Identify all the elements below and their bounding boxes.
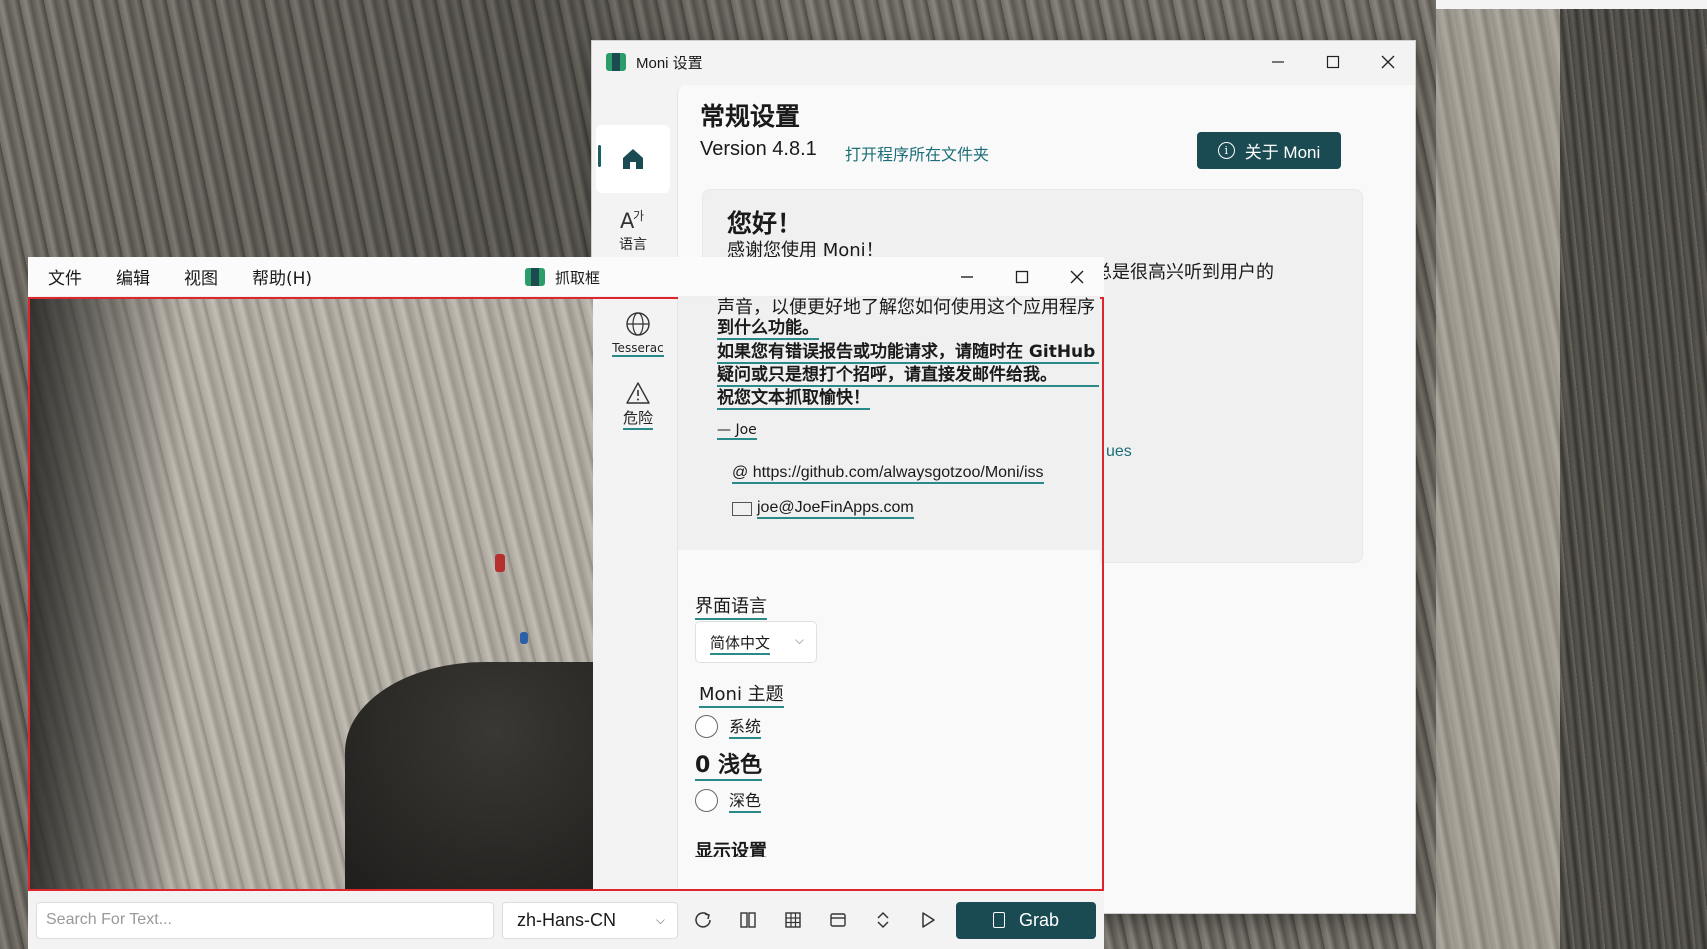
table-button[interactable] [770,902,815,939]
nav-item-language[interactable]: A 가 语言 [596,197,670,263]
email-link[interactable]: joe@JoeFinApps.com [732,499,914,519]
ui-language-value: 简体中文 [710,632,771,655]
github-link-tail[interactable]: ues [1106,443,1132,461]
window-icon [829,913,846,927]
captured-rock-image [30,299,593,889]
chevron-down-icon: ⌵ [794,633,804,647]
menu-help[interactable]: 帮助(H) [252,264,312,289]
nav-label-tesseract: Tesserac [612,341,664,357]
grab-frame-window: 文件 编辑 视图 帮助(H) 抓取框 Tesserac 危险 声音，以便更好地了… [28,257,1132,949]
open-folder-link[interactable]: 打开程序所在文件夹 [845,141,989,165]
nav-item-tesseract[interactable]: Tesserac [601,311,675,357]
window-button[interactable] [815,902,860,939]
moni-logo-icon [525,268,545,286]
search-input[interactable] [36,901,494,939]
grab-minimize-button[interactable] [939,257,994,297]
svg-text:가: 가 [633,209,644,223]
columns-button[interactable] [725,902,770,939]
ocr-language-select[interactable]: zh-Hans-CN ⌵ [502,901,678,939]
email-text: joe@JoeFinApps.com [757,499,914,519]
menu-view[interactable]: 视图 [184,264,218,289]
columns-icon [739,912,756,928]
version-text: Version 4.8.1 [700,138,817,160]
close-button[interactable] [1360,41,1415,83]
refresh-button[interactable] [680,902,725,939]
play-icon [921,912,935,928]
rock-boulder [345,662,593,889]
close-icon [1381,55,1394,69]
up-down-icon [876,911,889,929]
minimize-button[interactable] [1250,41,1305,83]
active-indicator [598,145,601,167]
about-button[interactable]: i 关于 Moni [1197,132,1341,169]
maximize-icon [1326,55,1339,69]
radio-dark[interactable] [695,788,718,812]
home-icon [623,149,643,169]
climber-red [495,554,505,572]
theme-option-system[interactable]: 系统 [695,713,762,739]
rock-shadow-left [30,299,180,889]
maximize-icon [1015,270,1028,284]
theme-dark-label: 深色 [729,787,762,813]
menu-edit[interactable]: 编辑 [116,264,150,289]
grab-window-title: 抓取框 [555,268,601,287]
rock-shadow [1560,9,1707,949]
grab-toolbar: zh-Hans-CN ⌵ Grab [28,891,1104,949]
grab-close-button[interactable] [1049,257,1104,297]
card-paragraph-line1: 我总是很高兴听到用户的 [1076,262,1274,283]
minimize-icon [960,276,973,278]
radio-system[interactable] [695,714,718,738]
minimize-icon [1271,61,1284,63]
close-icon [1070,270,1083,284]
card-overlay: 声音，以便更好地了解您如何使用这个应用程序以及您希望在未来看 到什么功能。 如果… [678,297,1100,550]
grab-button[interactable]: Grab [956,901,1096,939]
nav-label-language: 语言 [619,237,647,253]
grab-button-label: Grab [1018,909,1060,930]
table-icon [784,912,801,928]
card-signature: — Joe [717,422,757,440]
language-icon: A 가 [620,209,644,232]
card-paragraph-line3: 到什么功能。 [717,313,819,340]
warning-icon [626,382,650,404]
settings-sections-overlay: 界面语言 简体中文 ⌵ Moni 主题 系统 0 浅色 深色 显示设置 [678,550,1100,889]
see-through-settings: Tesserac 危险 声音，以便更好地了解您如何使用这个应用程序以及您希望在未… [593,297,1102,889]
nav-item-danger[interactable]: 危险 [601,381,675,430]
menu-file[interactable]: 文件 [48,264,82,289]
card-paragraph-line6: 祝您文本抓取愉快！ [717,383,870,410]
nav-item-home[interactable] [596,125,670,193]
copy-icon [992,912,1005,928]
page-title: 常规设置 [700,103,801,131]
info-icon: i [1217,142,1235,159]
play-button[interactable] [905,902,950,939]
next-section-partial: 显示设置 [695,841,767,857]
settings-titlebar[interactable]: Moni 设置 [592,41,1415,83]
theme-label: Moni 主题 [699,680,784,708]
rock-face [1436,9,1566,949]
moni-logo-icon [606,53,626,71]
grab-maximize-button[interactable] [994,257,1049,297]
desktop-edge [1436,0,1707,9]
theme-system-label: 系统 [729,713,762,739]
window-title: Moni 设置 [636,54,703,72]
capture-region[interactable]: Tesserac 危险 声音，以便更好地了解您如何使用这个应用程序以及您希望在未… [28,297,1104,891]
nav-label-danger: 危险 [622,407,653,430]
ui-language-label-overlay: 界面语言 [695,592,767,620]
ocr-language-value: zh-Hans-CN [517,909,617,930]
about-button-label: 关于 Moni [1244,143,1321,162]
github-link[interactable]: @ https://github.com/alwaysgotzoo/Moni/i… [732,464,1044,484]
mail-icon [732,502,752,516]
theme-option-light[interactable]: 0 浅色 [695,747,762,781]
climber-blue [520,632,528,644]
globe-icon [626,312,650,336]
grab-titlebar[interactable]: 抓取框 [525,257,600,297]
ui-language-select[interactable]: 简体中文 ⌵ [695,621,817,663]
chevron-down-icon: ⌵ [655,912,665,927]
card-hello: 您好！ [727,209,803,238]
theme-option-dark[interactable]: 深色 [695,787,762,813]
up-down-button[interactable] [860,902,905,939]
refresh-icon [694,912,711,928]
maximize-button[interactable] [1305,41,1360,83]
